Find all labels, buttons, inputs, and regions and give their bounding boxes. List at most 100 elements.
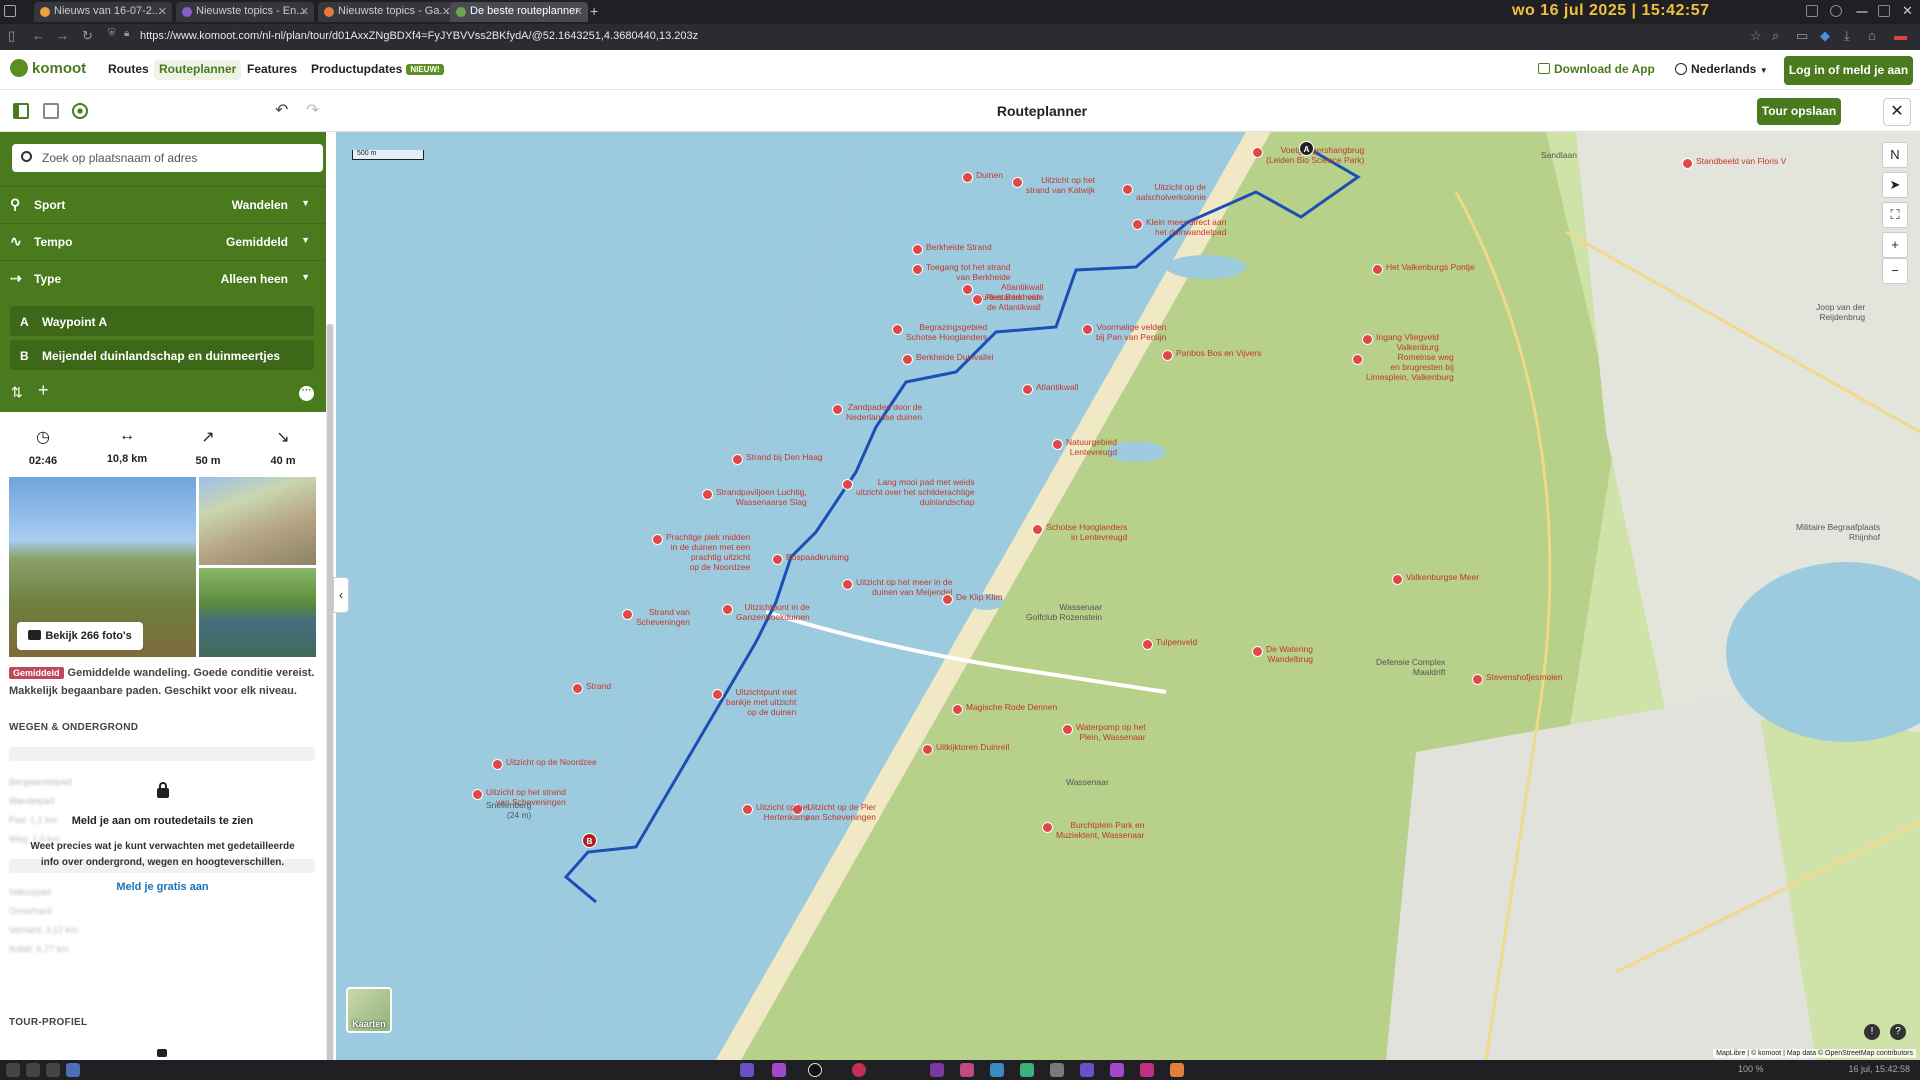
poi-pin-icon[interactable]: [842, 579, 853, 590]
poi-pin-icon[interactable]: [1372, 264, 1383, 275]
map-poi-label[interactable]: Het Valkenburgs Pontje: [1386, 262, 1475, 272]
map-poi-label[interactable]: Bospaadkruising: [786, 552, 849, 562]
map-poi-label[interactable]: Schotse Hooglanders in Lentevreugd: [1046, 522, 1127, 542]
tour-photo[interactable]: [199, 477, 316, 565]
more-options-icon[interactable]: ···: [299, 386, 314, 401]
nav-productupdates[interactable]: Productupdates NIEUW!: [306, 60, 449, 80]
poi-pin-icon[interactable]: [1122, 184, 1133, 195]
map-poi-label[interactable]: Valkenburgse Meer: [1406, 572, 1479, 582]
poi-pin-icon[interactable]: [1132, 219, 1143, 230]
downloads-icon[interactable]: ⤓: [1844, 28, 1850, 44]
taskbar-app-icon[interactable]: [808, 1063, 822, 1077]
map-poi-label[interactable]: Defensie Complex Maaldrift: [1376, 657, 1445, 677]
map-poi-label[interactable]: Snellenberg (24 m): [486, 800, 531, 820]
taskbar-app-icon[interactable]: [46, 1063, 60, 1077]
poi-pin-icon[interactable]: [1362, 334, 1373, 345]
bookmarks-icon[interactable]: ⌂: [1868, 28, 1876, 43]
taskbar-app-icon[interactable]: [930, 1063, 944, 1077]
forward-icon[interactable]: →: [56, 28, 69, 43]
tab-close-icon[interactable]: ✕: [574, 5, 583, 18]
extension-icon[interactable]: ◆: [1820, 28, 1830, 44]
taskbar-app-icon[interactable]: [772, 1063, 786, 1077]
map-poi-label[interactable]: Magische Rode Dennen: [966, 702, 1057, 712]
minimize-icon[interactable]: [1856, 5, 1868, 13]
info-icon[interactable]: !: [1864, 1024, 1880, 1040]
waypoint-b[interactable]: B Meijendel duinlandschap en duinmeertjes: [10, 340, 314, 370]
map-poi-label[interactable]: Joop van der Reijdenbrug: [1816, 302, 1865, 322]
sport-setting[interactable]: ⚲ Sport Wandelen ▼: [0, 186, 326, 222]
map-poi-label[interactable]: Voormalige velden bij Pan van Persijn: [1096, 322, 1166, 342]
screenshot-icon[interactable]: ▭: [1796, 28, 1808, 44]
map-poi-label[interactable]: Sandlaan: [1541, 150, 1577, 160]
sidebar-toggle-icon[interactable]: ▯: [8, 28, 15, 44]
map-poi-label[interactable]: Strand van Scheveningen: [636, 607, 690, 627]
zoom-in-button[interactable]: +: [1882, 232, 1908, 258]
poi-pin-icon[interactable]: [902, 354, 913, 365]
poi-pin-icon[interactable]: [892, 324, 903, 335]
poi-pin-icon[interactable]: [732, 454, 743, 465]
fullscreen-button[interactable]: ⛶: [1882, 202, 1908, 228]
reverse-route-icon[interactable]: ⇅: [11, 384, 23, 401]
tempo-setting[interactable]: ∿ Tempo Gemiddeld ▼: [0, 223, 326, 259]
map-poi-label[interactable]: Voetgangershangbrug (Leiden Bio Science …: [1266, 145, 1364, 165]
help-icon[interactable]: ?: [1890, 1024, 1906, 1040]
taskbar-app-icon[interactable]: [1080, 1063, 1094, 1077]
nav-features[interactable]: Features: [242, 60, 302, 80]
map-poi-label[interactable]: Uitzicht op de Pier van Scheveningen: [806, 802, 876, 822]
taskbar-app-icon[interactable]: [1020, 1063, 1034, 1077]
poi-pin-icon[interactable]: [842, 479, 853, 490]
nav-routeplanner[interactable]: Routeplanner: [154, 60, 242, 80]
map-poi-label[interactable]: Uitzicht op het strand van Katwijk: [1026, 175, 1095, 195]
poi-pin-icon[interactable]: [1252, 646, 1263, 657]
new-tab-button[interactable]: +: [590, 3, 598, 19]
add-waypoint-icon[interactable]: +: [38, 380, 49, 401]
map-poi-label[interactable]: Uitzichtpunt met bankje met uitzicht op …: [726, 687, 796, 717]
browser-tab[interactable]: Nieuwste topics - En... ✕: [176, 2, 314, 22]
launcher-icon[interactable]: [6, 1063, 20, 1077]
browser-menu-icon[interactable]: [4, 5, 16, 17]
taskbar-app-icon[interactable]: [960, 1063, 974, 1077]
map-poi-label[interactable]: Uitzichtpunt in de Ganzenhoekduinen: [736, 602, 810, 622]
compass-button[interactable]: N: [1882, 142, 1908, 168]
window-close-icon[interactable]: ✕: [1902, 3, 1913, 19]
map-poi-label[interactable]: Prachtige plek midden in de duinen met e…: [666, 532, 750, 572]
map-poi-label[interactable]: Romeinse weg en brugresten bij Limesplei…: [1366, 352, 1454, 382]
route-map[interactable]: 500 m Voetgangershangbrug (Leiden Bio Sc…: [336, 132, 1920, 1060]
map-poi-label[interactable]: Strandpaviljoen Luchtig, Wassenaarse Sla…: [716, 487, 807, 507]
map-poi-label[interactable]: Waterpomp op het Plein, Wassenaar: [1076, 722, 1146, 742]
map-poi-label[interactable]: Strand bij Den Haag: [746, 452, 823, 462]
waypoint-a[interactable]: A Waypoint A: [10, 306, 314, 336]
poi-pin-icon[interactable]: [1162, 350, 1173, 361]
map-poi-label[interactable]: Berkheide Duinvallei: [916, 352, 994, 362]
map-poi-label[interactable]: Uitzicht op de aalscholverkolonie: [1136, 182, 1206, 202]
poi-pin-icon[interactable]: [772, 554, 783, 565]
poi-pin-icon[interactable]: [1022, 384, 1033, 395]
taskbar-app-icon[interactable]: [1170, 1063, 1184, 1077]
map-poi-label[interactable]: Ingang Vliegveld Valkenburg: [1376, 332, 1439, 352]
poi-pin-icon[interactable]: [942, 594, 953, 605]
taskbar-app-icon[interactable]: [1140, 1063, 1154, 1077]
poi-pin-icon[interactable]: [712, 689, 723, 700]
download-app-link[interactable]: Download de App: [1538, 62, 1655, 76]
poi-pin-icon[interactable]: [1472, 674, 1483, 685]
poi-pin-icon[interactable]: [622, 609, 633, 620]
poi-pin-icon[interactable]: [1032, 524, 1043, 535]
poi-pin-icon[interactable]: [912, 244, 923, 255]
poi-pin-icon[interactable]: [922, 744, 933, 755]
map-poi-label[interactable]: Uitzicht op de Noordzee: [506, 757, 597, 767]
map-poi-label[interactable]: Uitzicht op het meer in de duinen van Me…: [856, 577, 952, 597]
map-poi-label[interactable]: Restanten van de Atlantikwall: [986, 292, 1041, 312]
cloud-icon[interactable]: [1830, 5, 1842, 17]
browser-tab-active[interactable]: De beste routeplanner ✕: [450, 2, 588, 22]
poi-pin-icon[interactable]: [1042, 822, 1053, 833]
taskbar-app-icon[interactable]: [66, 1063, 80, 1077]
map-poi-label[interactable]: Stevenshofjesmolen: [1486, 672, 1563, 682]
browser-tab[interactable]: Nieuwste topics - Ga... ✕: [318, 2, 456, 22]
zoom-out-button[interactable]: −: [1882, 258, 1908, 284]
map-poi-label[interactable]: Strand: [586, 681, 611, 691]
poi-pin-icon[interactable]: [912, 264, 923, 275]
map-poi-label[interactable]: Toegang tot het strand van Berkheide: [926, 262, 1011, 282]
poi-pin-icon[interactable]: [722, 604, 733, 615]
url-input[interactable]: https://www.komoot.com/nl-nl/plan/tour/d…: [140, 30, 698, 42]
tab-close-icon[interactable]: ✕: [158, 5, 167, 18]
